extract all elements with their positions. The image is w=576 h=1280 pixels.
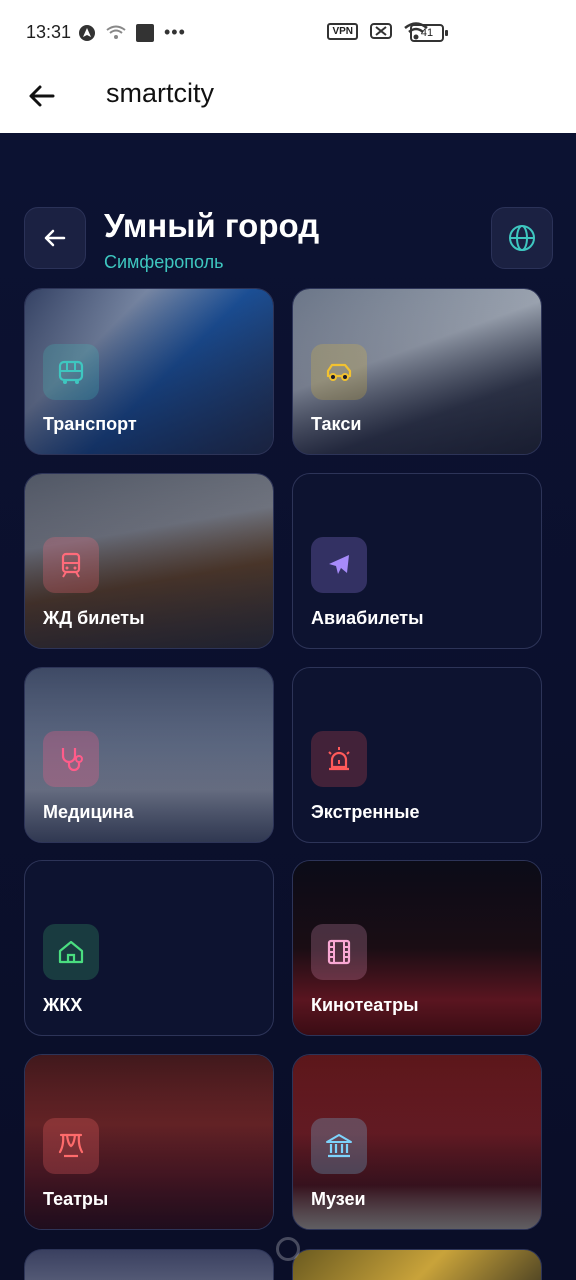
tile-transport[interactable]: Транспорт xyxy=(24,288,274,455)
city-name: Симферополь xyxy=(104,252,224,272)
tile-label: ЖКХ xyxy=(43,995,83,1015)
tile-theaters[interactable]: Театры xyxy=(24,1054,274,1230)
tile-label: Музеи xyxy=(311,1189,366,1209)
tile-label: Медицина xyxy=(43,802,134,822)
siren-icon xyxy=(311,731,367,787)
bus-icon xyxy=(43,344,99,400)
language-button[interactable] xyxy=(491,207,553,269)
app-bar: smartcity xyxy=(0,66,576,133)
arrow-left-icon xyxy=(44,229,66,247)
tile-cinemas[interactable]: Кинотеатры xyxy=(292,860,542,1036)
tile-museums[interactable]: Музеи xyxy=(292,1054,542,1230)
tile-label: Экстренные xyxy=(311,802,420,822)
tile-medicine[interactable]: Медицина xyxy=(24,667,274,843)
theater-icon xyxy=(43,1118,99,1174)
tile-label: ЖД билеты xyxy=(43,608,145,628)
tile-label: Транспорт xyxy=(43,414,137,434)
wifi-icon xyxy=(106,25,126,39)
home-gesture-indicator xyxy=(276,1237,300,1261)
train-icon xyxy=(43,537,99,593)
more-dots-icon: ••• xyxy=(164,22,186,42)
tile-partial[interactable] xyxy=(24,1249,274,1280)
tile-flights[interactable]: Авиабилеты xyxy=(292,473,542,649)
tile-railway[interactable]: ЖД билеты xyxy=(24,473,274,649)
car-icon xyxy=(311,344,367,400)
museum-icon xyxy=(311,1118,367,1174)
tile-partial[interactable] xyxy=(292,1249,542,1280)
tile-emergency[interactable]: Экстренные xyxy=(292,667,542,843)
plane-icon xyxy=(311,537,367,593)
film-icon xyxy=(311,924,367,980)
tile-label: Авиабилеты xyxy=(311,608,424,628)
notification-square-icon xyxy=(136,23,154,42)
page-back-button[interactable] xyxy=(24,207,86,269)
status-time: 13:31 xyxy=(26,22,72,42)
tile-label: Кинотеатры xyxy=(311,995,419,1015)
no-sim-icon xyxy=(370,23,392,39)
back-button[interactable] xyxy=(24,78,60,114)
tile-utilities[interactable]: ЖКХ xyxy=(24,860,274,1036)
globe-icon xyxy=(509,225,535,251)
web-content: Умный город Симферополь Транспорт Такси … xyxy=(0,133,576,1280)
tile-label: Театры xyxy=(43,1189,109,1209)
status-bar: 13:31 ••• VPN 41 xyxy=(0,0,576,66)
tile-label: Такси xyxy=(311,414,362,434)
app-title: smartcity xyxy=(106,78,214,108)
stethoscope-icon xyxy=(43,731,99,787)
navigation-icon xyxy=(79,24,95,41)
tile-taxi[interactable]: Такси xyxy=(292,288,542,455)
arrow-left-icon xyxy=(29,85,55,107)
page-title: Умный город xyxy=(104,207,320,244)
battery-indicator: 41 xyxy=(410,24,448,42)
home-icon xyxy=(43,924,99,980)
vpn-badge: VPN xyxy=(327,22,358,40)
